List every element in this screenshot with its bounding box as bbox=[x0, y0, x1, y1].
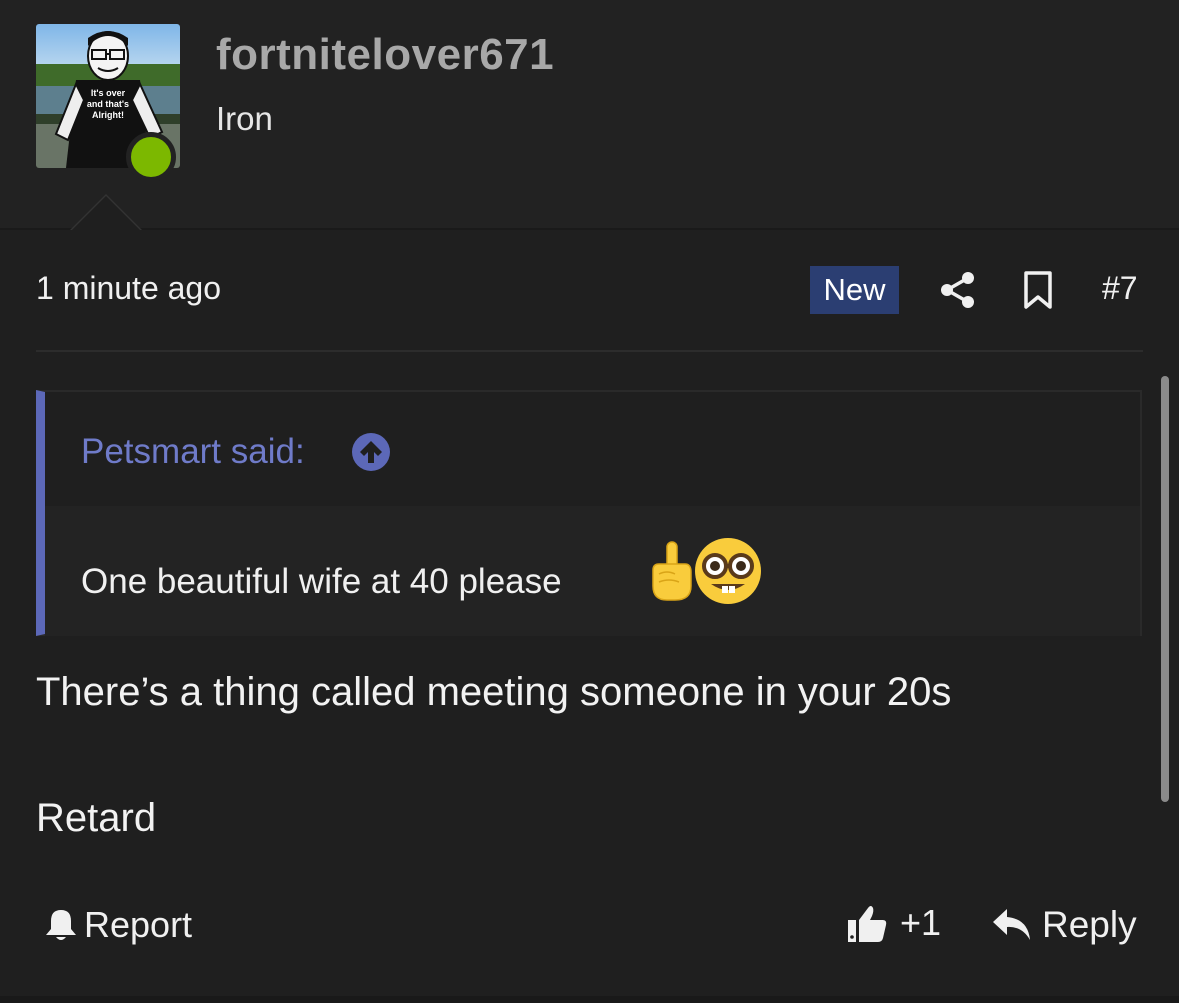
report-label: Report bbox=[84, 904, 193, 945]
new-badge: New bbox=[810, 266, 899, 314]
thumbs-up-icon bbox=[848, 906, 887, 942]
post-timestamp[interactable]: 1 minute ago bbox=[36, 270, 221, 307]
reply-button[interactable]: Reply bbox=[992, 904, 1137, 946]
arrow-up-circle-icon[interactable] bbox=[351, 432, 391, 472]
user-title: Iron bbox=[216, 100, 273, 137]
online-status-indicator bbox=[126, 132, 176, 182]
quote-author-link[interactable]: Petsmart said: bbox=[81, 432, 305, 472]
reply-label: Reply bbox=[1042, 904, 1137, 945]
svg-text:Alright!: Alright! bbox=[92, 110, 124, 120]
nerd-face-emoji-icon bbox=[695, 538, 761, 604]
pointing-up-emoji-icon bbox=[652, 541, 692, 601]
quote-block: Petsmart said: One beautiful wife at 40 … bbox=[36, 390, 1142, 636]
report-button[interactable]: Report bbox=[44, 904, 192, 946]
share-icon[interactable] bbox=[938, 270, 978, 310]
quote-text: One beautiful wife at 40 please bbox=[81, 562, 562, 601]
message-text-line2: Retard bbox=[36, 796, 157, 840]
svg-text:and that's: and that's bbox=[87, 99, 129, 109]
reply-arrow-icon bbox=[993, 909, 1030, 940]
svg-text:It's over: It's over bbox=[91, 88, 126, 98]
like-label: +1 bbox=[900, 902, 942, 943]
bookmark-icon[interactable] bbox=[1022, 270, 1054, 310]
post-divider bbox=[36, 350, 1143, 352]
username[interactable]: fortnitelover671 bbox=[216, 30, 554, 80]
post-bottom-border bbox=[0, 996, 1179, 1003]
header-pointer bbox=[72, 196, 140, 230]
bell-icon bbox=[46, 910, 76, 940]
post-number-link[interactable]: #7 bbox=[1102, 270, 1138, 307]
like-button[interactable]: +1 bbox=[846, 902, 941, 944]
header-divider bbox=[0, 228, 1179, 230]
scrollbar[interactable] bbox=[1161, 376, 1169, 802]
message-text: There’s a thing called meeting someone i… bbox=[36, 670, 952, 714]
